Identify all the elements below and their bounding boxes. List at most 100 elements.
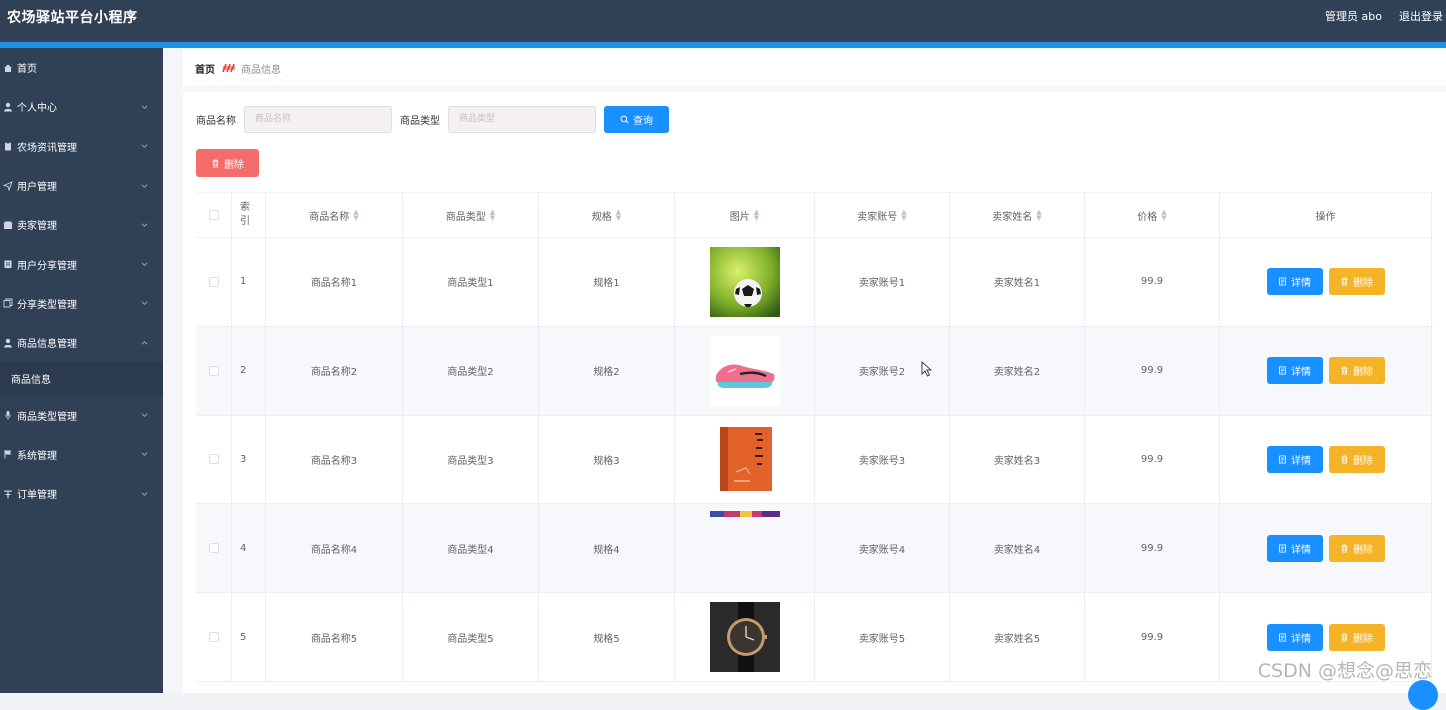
- banner-strip-image: [710, 511, 780, 581]
- header-product-name[interactable]: 商品名称▲▼: [266, 193, 403, 237]
- header-image[interactable]: 图片▲▼: [675, 193, 815, 237]
- row-checkbox[interactable]: [209, 366, 219, 376]
- sidebar-item-order-management[interactable]: 订单管理: [0, 474, 163, 513]
- breadcrumb-separator-icon: [222, 63, 236, 73]
- table-row: 4 商品名称4 商品类型4 规格4 卖家账号4 卖家姓名4 99.9 详情: [196, 504, 1432, 593]
- header-label: 价格: [1137, 208, 1157, 223]
- detail-button[interactable]: 详情: [1267, 357, 1323, 384]
- delete-button[interactable]: 删除: [1329, 446, 1385, 473]
- send-icon: [2, 180, 14, 192]
- sidebar-item-label: 用户管理: [17, 178, 57, 193]
- sidebar-item-label: 商品信息管理: [17, 335, 77, 350]
- row-select-cell: [196, 504, 232, 592]
- cell-price: 99.9: [1085, 238, 1220, 326]
- copy-icon: [2, 297, 14, 309]
- cell-image: [675, 327, 815, 415]
- document-icon: [1278, 277, 1287, 286]
- cell-spec: 规格4: [539, 504, 675, 592]
- batch-delete-button[interactable]: 删除: [196, 149, 259, 177]
- header-label: 卖家账号: [857, 208, 897, 223]
- row-checkbox[interactable]: [209, 543, 219, 553]
- product-name-label: 商品名称: [196, 112, 236, 127]
- cell-seller-name: 卖家姓名5: [950, 593, 1085, 681]
- orange-book-image: [710, 424, 780, 494]
- sidebar-subitem-product-info[interactable]: 商品信息: [0, 362, 163, 395]
- app-title: 农场驿站平台小程序: [7, 7, 138, 27]
- detail-button[interactable]: 详情: [1267, 268, 1323, 295]
- cell-image: [675, 504, 815, 592]
- top-bar: 农场驿站平台小程序 管理员 abo 退出登录: [0, 0, 1446, 42]
- delete-button[interactable]: 删除: [1329, 357, 1385, 384]
- header-index: 索引: [232, 193, 266, 237]
- chevron-down-icon: [140, 181, 149, 190]
- sidebar-item-user-management[interactable]: 用户管理: [0, 166, 163, 205]
- sidebar-item-home[interactable]: 首页: [0, 48, 163, 87]
- row-checkbox[interactable]: [209, 277, 219, 287]
- mouse-cursor-icon: [921, 361, 933, 377]
- sort-icon: ▲▼: [754, 209, 759, 221]
- sidebar-item-label: 分享类型管理: [17, 296, 77, 311]
- delete-button-label: 删除: [1353, 541, 1373, 556]
- header-seller-name[interactable]: 卖家姓名▲▼: [950, 193, 1085, 237]
- product-type-input[interactable]: [448, 106, 596, 133]
- cell-product-name: 商品名称3: [266, 416, 403, 504]
- detail-button-label: 详情: [1291, 630, 1311, 645]
- cell-product-name: 商品名称5: [266, 593, 403, 681]
- sidebar-item-farm-news[interactable]: 农场资讯管理: [0, 127, 163, 166]
- cell-index: 2: [232, 327, 266, 415]
- detail-button[interactable]: 详情: [1267, 624, 1323, 651]
- sidebar-item-label: 系统管理: [17, 447, 57, 462]
- chevron-down-icon: [140, 220, 149, 229]
- header-label: 卖家姓名: [992, 208, 1032, 223]
- cell-seller-account: 卖家账号5: [815, 593, 950, 681]
- delete-button[interactable]: 删除: [1329, 268, 1385, 295]
- header-product-type[interactable]: 商品类型▲▼: [403, 193, 539, 237]
- logout-link[interactable]: 退出登录: [1399, 8, 1443, 24]
- cell-spec: 规格5: [539, 593, 675, 681]
- delete-button[interactable]: 删除: [1329, 624, 1385, 651]
- sidebar-item-share-type[interactable]: 分享类型管理: [0, 284, 163, 323]
- row-select-cell: [196, 593, 232, 681]
- sort-icon: ▲▼: [353, 209, 358, 221]
- select-all-cell: [196, 193, 232, 237]
- sidebar-item-seller-management[interactable]: 卖家管理: [0, 205, 163, 244]
- home-icon: [2, 62, 14, 74]
- sidebar-item-user-share[interactable]: 用户分享管理: [0, 244, 163, 283]
- query-button[interactable]: 查询: [604, 106, 669, 133]
- watermark: CSDN @想念@思恋: [1258, 656, 1432, 683]
- doc-icon: [2, 258, 14, 270]
- sidebar-item-label: 用户分享管理: [17, 257, 77, 272]
- sidebar-item-product-info[interactable]: 商品信息管理: [0, 323, 163, 362]
- search-icon: [620, 115, 629, 124]
- header-price[interactable]: 价格 ▲▼: [1085, 193, 1220, 237]
- select-all-checkbox[interactable]: [209, 210, 219, 220]
- cell-product-type: 商品类型1: [403, 238, 539, 326]
- cell-actions: 详情 删除: [1220, 416, 1432, 504]
- cell-seller-account: 卖家账号1: [815, 238, 950, 326]
- breadcrumb-home[interactable]: 首页: [195, 61, 215, 76]
- header-spec[interactable]: 规格▲▼: [539, 193, 675, 237]
- detail-button-label: 详情: [1291, 452, 1311, 467]
- floating-action-button[interactable]: [1408, 680, 1438, 710]
- product-name-input[interactable]: [244, 106, 392, 133]
- trash-icon: [1340, 633, 1349, 642]
- cell-product-type: 商品类型3: [403, 416, 539, 504]
- cell-seller-name: 卖家姓名2: [950, 327, 1085, 415]
- header-seller-account[interactable]: 卖家账号▲▼: [815, 193, 950, 237]
- cell-seller-account: 卖家账号3: [815, 416, 950, 504]
- shop-icon: [2, 219, 14, 231]
- sidebar-item-label: 农场资讯管理: [17, 139, 77, 154]
- row-checkbox[interactable]: [209, 454, 219, 464]
- delete-button-label: 删除: [1353, 274, 1373, 289]
- sidebar-item-personal-center[interactable]: 个人中心: [0, 87, 163, 126]
- detail-button-label: 详情: [1291, 274, 1311, 289]
- detail-button[interactable]: 详情: [1267, 535, 1323, 562]
- sidebar-item-product-type[interactable]: 商品类型管理: [0, 395, 163, 434]
- delete-button[interactable]: 删除: [1329, 535, 1385, 562]
- row-checkbox[interactable]: [209, 632, 219, 642]
- sidebar-item-system-management[interactable]: 系统管理: [0, 435, 163, 474]
- detail-button[interactable]: 详情: [1267, 446, 1323, 473]
- query-button-label: 查询: [633, 112, 653, 127]
- wrist-watch-image: [710, 602, 780, 672]
- sort-icon: ▲▼: [1161, 209, 1166, 221]
